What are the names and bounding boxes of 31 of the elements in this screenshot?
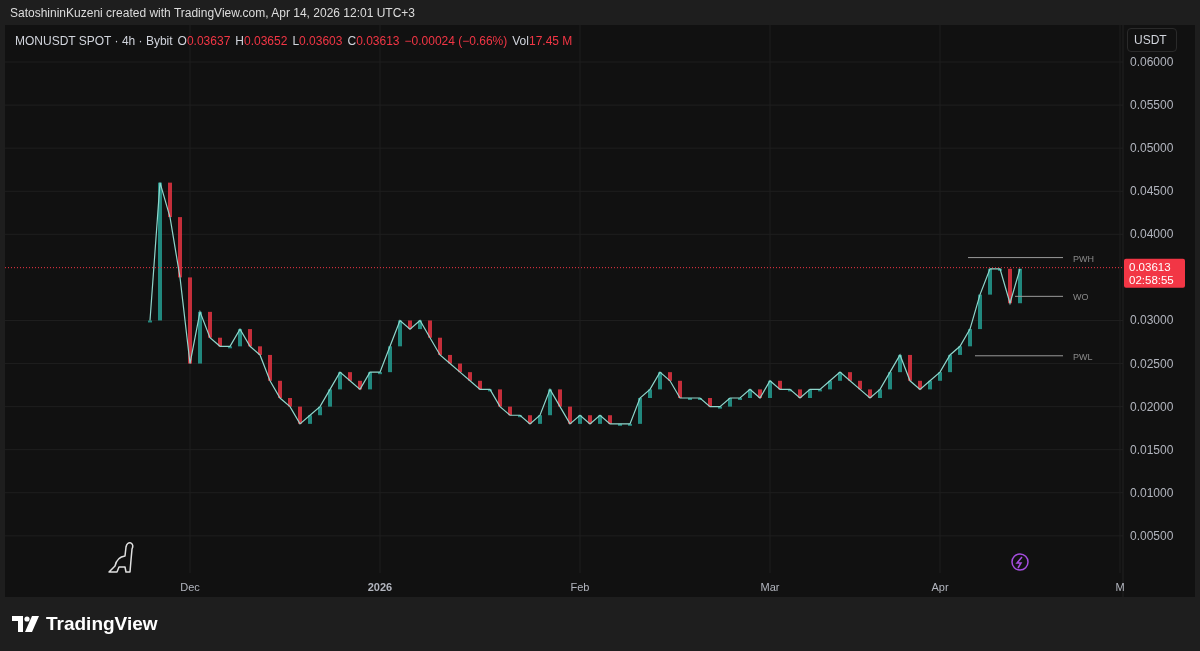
change-value: −0.00024 (−0.66%) xyxy=(404,33,508,50)
price-axis-label: 0.01500 xyxy=(1130,442,1174,457)
level-label: WO xyxy=(1073,292,1089,303)
price-tag-countdown: 02:58:55 xyxy=(1129,273,1174,286)
price-axis-label: 0.04500 xyxy=(1130,184,1174,199)
chart-caption: SatoshininKuzeni created with TradingView.com, Apr 14, 2026 12:01 UTC+3 xyxy=(10,4,416,22)
level-label: PWL xyxy=(1073,351,1093,362)
price-axis-label: 0.05000 xyxy=(1130,141,1174,156)
volume-value: Vol17.45 M xyxy=(512,33,573,50)
level-label: PWH xyxy=(1073,253,1094,264)
ohlc-value: L0.03603 xyxy=(292,33,343,50)
price-axis-label: 0.06000 xyxy=(1130,55,1174,70)
price-axis-label: 0.02500 xyxy=(1130,356,1174,371)
price-axis-label: 0.01000 xyxy=(1130,485,1174,500)
price-axis-label: 0.05500 xyxy=(1130,98,1174,113)
time-axis-label: M xyxy=(1115,581,1125,593)
price-axis-label: 0.00500 xyxy=(1130,528,1174,543)
price-axis-label: 0.03000 xyxy=(1130,313,1174,328)
price-axis-label: 0.04000 xyxy=(1130,227,1174,242)
time-axis-label: 2026 xyxy=(367,581,393,593)
time-axis-label: Dec xyxy=(180,581,200,593)
logo-text: TradingView xyxy=(46,611,158,636)
ohlc-value: C0.03613 xyxy=(347,33,400,50)
time-axis-label: Feb xyxy=(570,581,590,593)
ohlc-value: H0.03652 xyxy=(235,33,288,50)
symbol-label: MONUSDT SPOT · 4h · Bybit xyxy=(15,33,173,50)
time-axis-label: Apr xyxy=(931,581,949,593)
ohlc-value: O0.03637 xyxy=(177,33,231,50)
time-axis-label: Mar xyxy=(760,581,780,593)
price-axis-label: 0.02000 xyxy=(1130,399,1174,414)
price-tag-value: 0.03613 xyxy=(1129,260,1171,273)
